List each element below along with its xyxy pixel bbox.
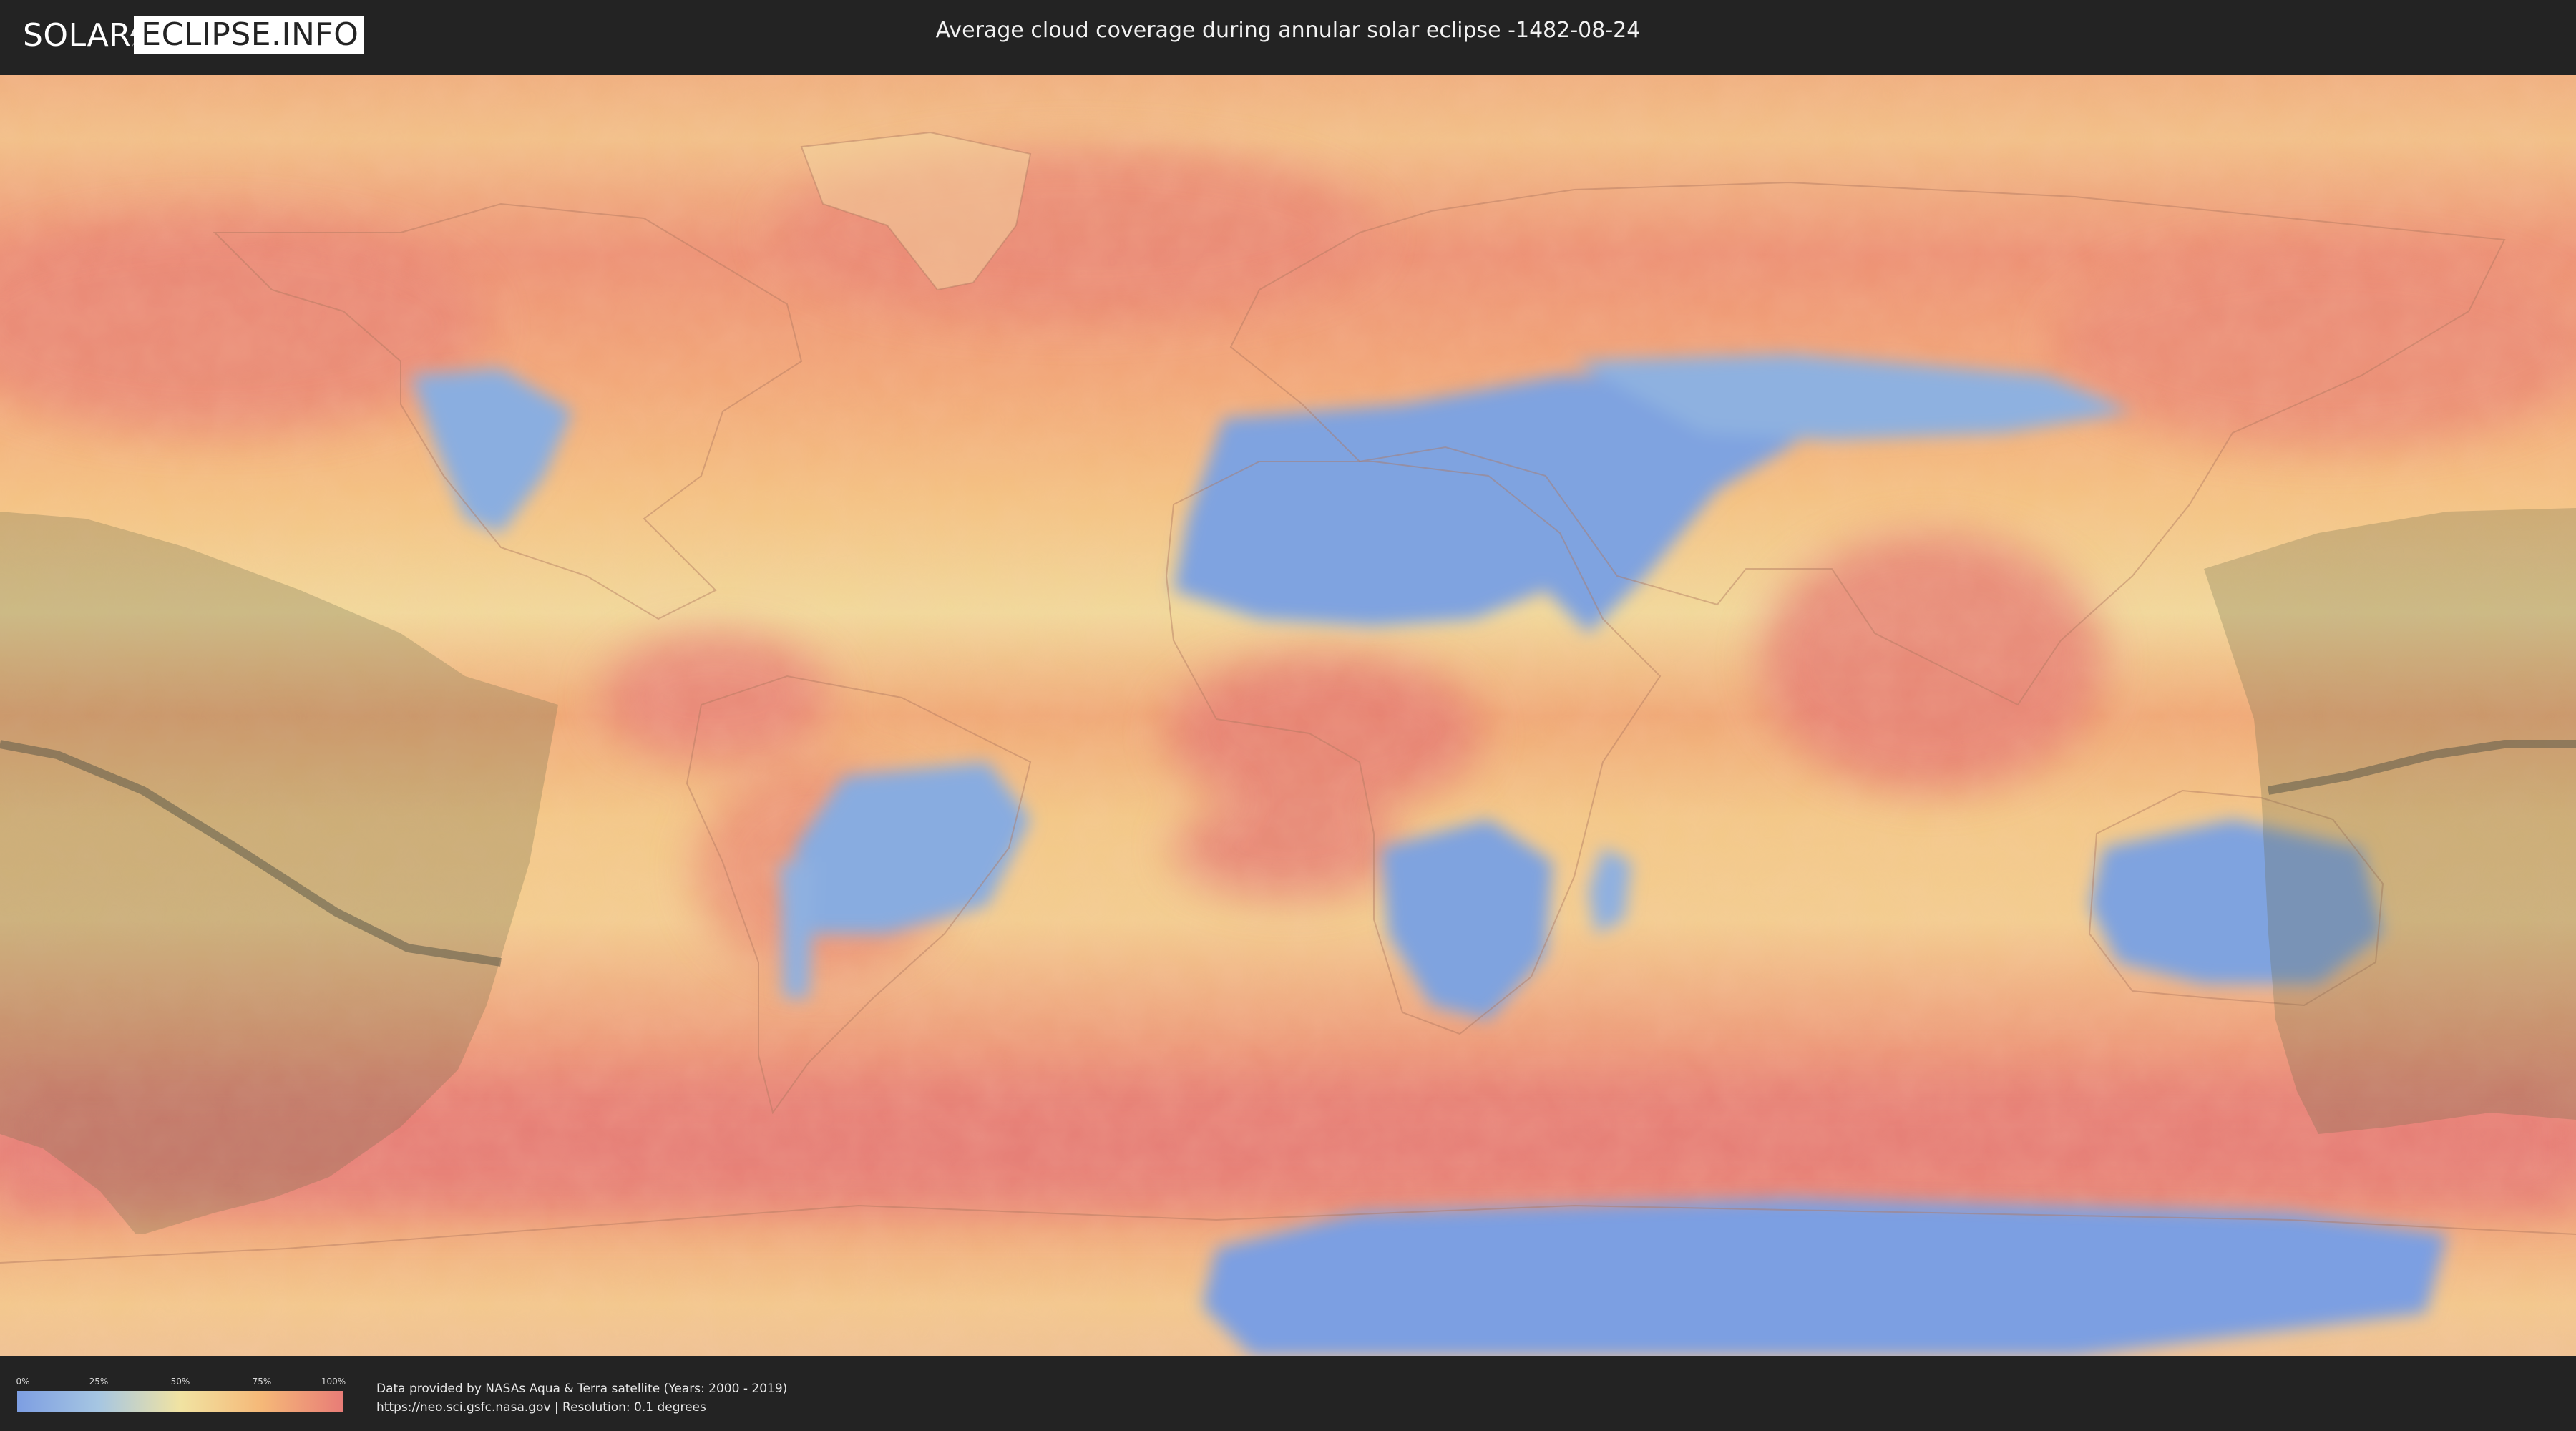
data-credit: Data provided by NASAs Aqua & Terra sate… xyxy=(376,1379,787,1417)
legend-label-100: 100% xyxy=(321,1377,346,1387)
page-title: Average cloud coverage during annular so… xyxy=(935,18,1641,43)
cloud-coverage-map[interactable] xyxy=(0,75,2576,1356)
legend-label-25: 25% xyxy=(89,1377,109,1387)
legend-label-0: 0% xyxy=(16,1377,30,1387)
credit-line-1: Data provided by NASAs Aqua & Terra sate… xyxy=(376,1382,788,1396)
legend-color-scale xyxy=(17,1391,343,1412)
credit-line-2[interactable]: https://neo.sci.gsfc.nasa.gov | Resoluti… xyxy=(376,1398,787,1417)
legend-label-50: 50% xyxy=(170,1377,190,1387)
legend-label-75: 75% xyxy=(252,1377,272,1387)
legend-scale-labels: 0% 25% 50% 75% 100% xyxy=(16,1377,346,1387)
